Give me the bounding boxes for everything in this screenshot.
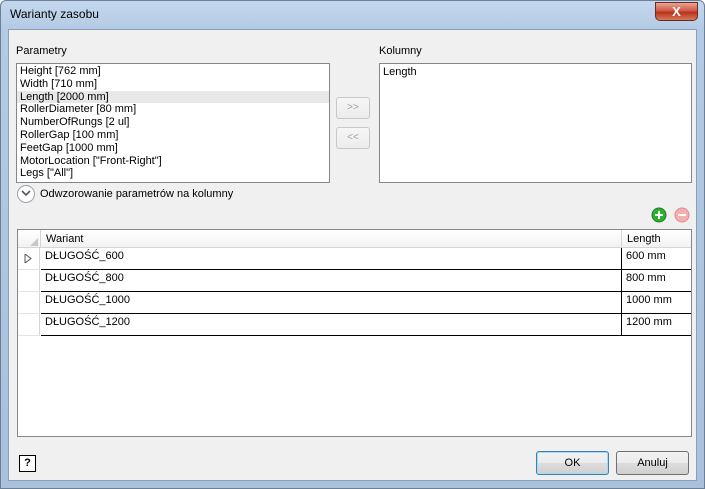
parameters-label: Parametry [16,45,67,57]
row-header[interactable] [18,270,40,292]
chevron-down-icon [21,190,31,197]
grid-corner[interactable] [18,230,41,248]
current-row-arrow-icon [24,254,32,263]
parameters-list[interactable]: Height [762 mm] Width [710 mm] Length [200… [16,63,330,183]
length-cell[interactable]: 1200 mm [622,314,691,336]
add-column-button[interactable]: >> [336,97,370,119]
dialog-window: Warianty zasobu X Parametry Height [762 … [0,0,705,489]
variants-grid: Wariant Length DŁUGOŚĆ_600 600 mm DŁUGOŚ… [17,229,692,437]
length-cell[interactable]: 600 mm [622,248,691,270]
parameter-item[interactable]: MotorLocation ["Front-Right"] [17,155,329,168]
row-header[interactable] [18,248,40,270]
variant-cell[interactable]: DŁUGOŚĆ_1000 [41,292,622,314]
ok-button[interactable]: OK [536,451,609,475]
row-header[interactable] [18,292,40,314]
expand-mapping-button[interactable] [17,185,35,203]
table-row[interactable]: DŁUGOŚĆ_1000 1000 mm [18,292,691,314]
window-title: Warianty zasobu [10,7,99,21]
column-item[interactable]: Length [380,66,691,79]
help-button[interactable]: ? [19,455,36,472]
parameter-item[interactable]: RollerDiameter [80 mm] [17,103,329,116]
cancel-button[interactable]: Anuluj [616,451,689,475]
variant-cell[interactable]: DŁUGOŚĆ_800 [41,270,622,292]
parameter-item[interactable]: Legs ["All"] [17,167,329,180]
row-header[interactable] [18,314,40,336]
table-row[interactable]: DŁUGOŚĆ_600 600 mm [18,248,691,270]
columns-label: Kolumny [379,45,422,57]
title-bar[interactable]: Warianty zasobu X [1,1,704,28]
remove-row-icon[interactable] [674,207,690,223]
parameter-item[interactable]: RollerGap [100 mm] [17,129,329,142]
variant-cell[interactable]: DŁUGOŚĆ_600 [41,248,622,270]
parameter-item[interactable]: NumberOfRungs [2 ul] [17,116,329,129]
remove-column-button[interactable]: << [336,127,370,149]
dialog-body: Parametry Height [762 mm] Width [710 mm] L… [8,29,697,481]
close-button[interactable]: X [655,2,698,21]
length-cell[interactable]: 1000 mm [622,292,691,314]
variant-cell[interactable]: DŁUGOŚĆ_1200 [41,314,622,336]
columns-list[interactable]: Length [379,63,692,183]
parameter-item[interactable]: Height [762 mm] [17,65,329,78]
parameter-item[interactable]: Length [2000 mm] [17,90,329,104]
corner-triangle-icon [30,238,38,246]
add-row-icon[interactable] [651,207,667,223]
table-row[interactable]: DŁUGOŚĆ_1200 1200 mm [18,314,691,336]
length-cell[interactable]: 800 mm [622,270,691,292]
parameter-item[interactable]: Width [710 mm] [17,78,329,91]
help-icon: ? [24,457,31,469]
mapping-label: Odwzorowanie parametrów na kolumny [40,188,234,200]
column-header-length[interactable]: Length [622,230,691,248]
table-row[interactable]: DŁUGOŚĆ_800 800 mm [18,270,691,292]
close-icon: X [672,4,681,19]
parameter-item[interactable]: FeetGap [1000 mm] [17,142,329,155]
column-header-variant[interactable]: Wariant [41,230,622,248]
